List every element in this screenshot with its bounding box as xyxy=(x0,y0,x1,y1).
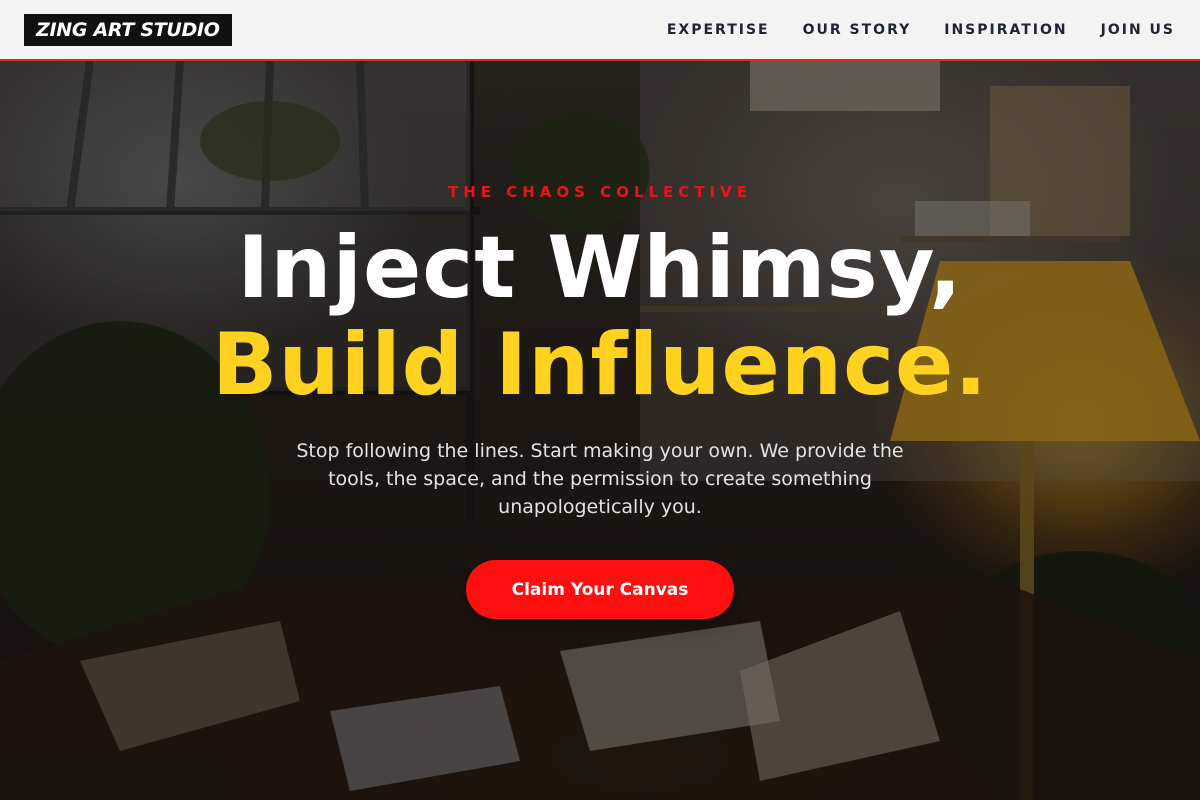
hero-headline-line1: Inject Whimsy, xyxy=(237,218,963,318)
main-nav: EXPERTISE OUR STORY INSPIRATION JOIN US xyxy=(667,22,1175,38)
hero-section: THE CHAOS COLLECTIVE Inject Whimsy, Buil… xyxy=(0,61,1200,800)
nav-link-our-story[interactable]: OUR STORY xyxy=(803,22,912,38)
nav-link-inspiration[interactable]: INSPIRATION xyxy=(944,22,1067,38)
hero-headline-line2: Build Influence. xyxy=(211,315,989,415)
claim-canvas-button[interactable]: Claim Your Canvas xyxy=(466,560,734,619)
site-header: ZING ART STUDIO EXPERTISE OUR STORY INSP… xyxy=(0,0,1200,61)
nav-link-join-us[interactable]: JOIN US xyxy=(1101,22,1175,38)
hero-eyebrow: THE CHAOS COLLECTIVE xyxy=(447,183,752,201)
site-logo[interactable]: ZING ART STUDIO xyxy=(24,13,232,46)
hero-dark-overlay xyxy=(0,61,1200,800)
nav-link-expertise[interactable]: EXPERTISE xyxy=(667,22,770,38)
hero-subtext: Stop following the lines. Start making y… xyxy=(296,440,904,518)
